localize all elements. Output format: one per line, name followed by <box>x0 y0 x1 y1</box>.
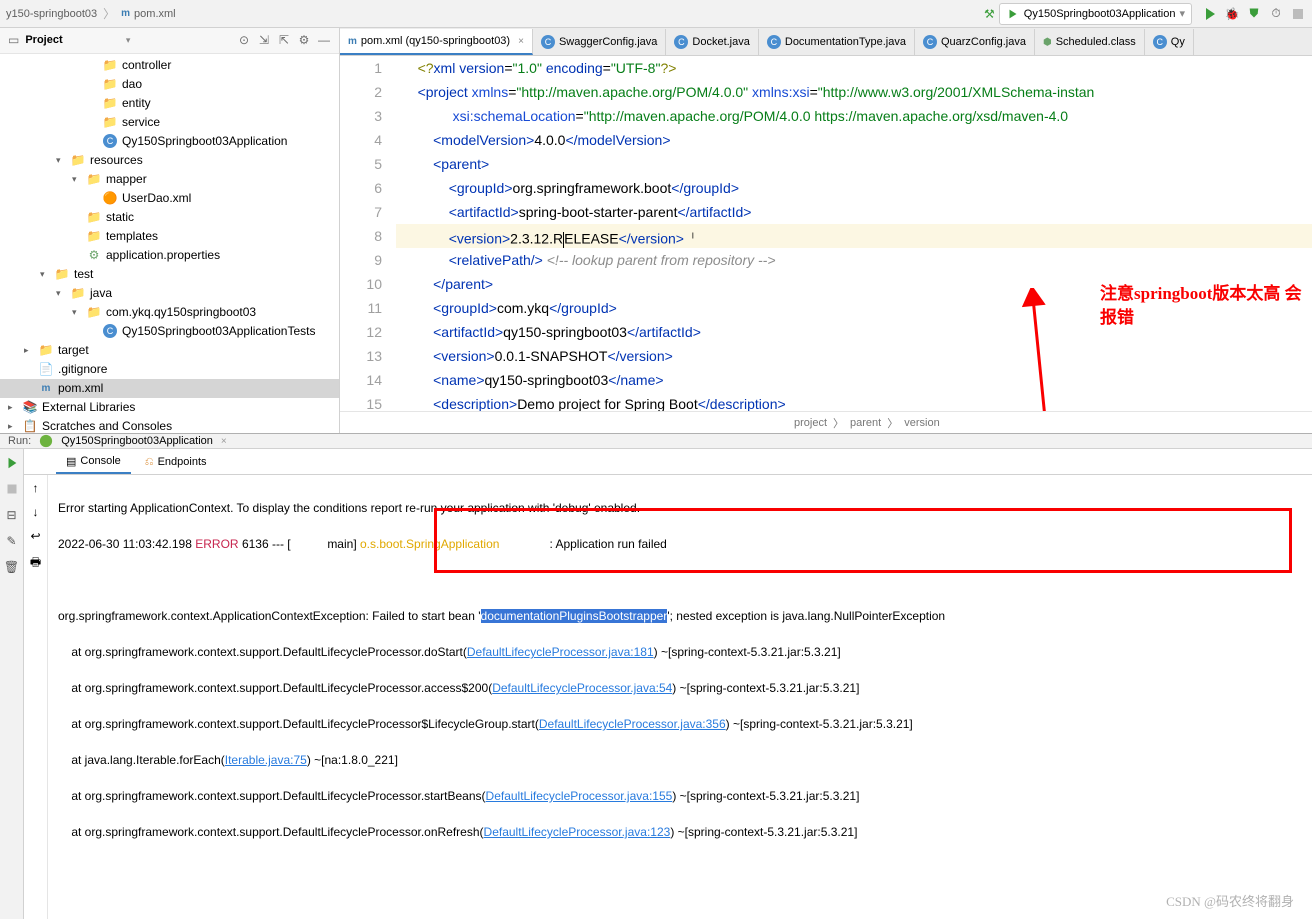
tree-item[interactable]: 📄.gitignore <box>0 360 339 379</box>
tree-item[interactable]: ▾📁java <box>0 284 339 303</box>
line-number: 7 <box>340 200 382 224</box>
tree-item[interactable]: 📁entity <box>0 94 339 113</box>
line-number: 10 <box>340 272 382 296</box>
coverage-icon[interactable]: ⛊ <box>1246 6 1262 22</box>
console-output[interactable]: Error starting ApplicationContext. To di… <box>48 475 1312 919</box>
line-number: 12 <box>340 320 382 344</box>
editor-panel: mpom.xml (qy150-springboot03)×CSwaggerCo… <box>340 28 1312 433</box>
tree-item[interactable]: 📁service <box>0 113 339 132</box>
trash-icon[interactable]: 🗑 <box>4 559 20 575</box>
editor-tabs: mpom.xml (qy150-springboot03)×CSwaggerCo… <box>340 28 1312 56</box>
line-number: 6 <box>340 176 382 200</box>
line-number: 8 <box>340 224 382 248</box>
breadcrumb-parent[interactable]: y150-springboot03 <box>6 8 97 20</box>
console-tab[interactable]: ▤ Console <box>56 450 131 474</box>
tree-item[interactable]: 📁controller <box>0 56 339 75</box>
tree-item[interactable]: ▸📋Scratches and Consoles <box>0 417 339 433</box>
line-number: 13 <box>340 344 382 368</box>
line-number: 3 <box>340 104 382 128</box>
tree-item[interactable]: ⚙application.properties <box>0 246 339 265</box>
run-tool-window: Run: Qy150Springboot03Application × ⊟ ✎ … <box>0 433 1312 683</box>
rerun-icon[interactable] <box>4 455 20 471</box>
tree-item[interactable]: mpom.xml <box>0 379 339 398</box>
maven-icon: m <box>121 8 130 19</box>
chevron-down-icon[interactable]: ▾ <box>126 35 131 46</box>
tree-item[interactable]: 📁dao <box>0 75 339 94</box>
stop-icon[interactable] <box>1290 6 1306 22</box>
run-config-name: Qy150Springboot03Application <box>1024 8 1176 20</box>
hide-icon[interactable]: — <box>317 33 331 47</box>
down-icon[interactable]: ↓ <box>33 505 39 519</box>
line-number: 15 <box>340 392 382 411</box>
chevron-down-icon: ▾ <box>1179 7 1185 20</box>
project-tool-window: ▭ Project ▾ ⊙ ⇲ ⇱ ⚙ — 📁controller📁dao📁en… <box>0 28 340 433</box>
line-number: 1 <box>340 56 382 80</box>
tree-item[interactable]: ▾📁com.ykq.qy150springboot03 <box>0 303 339 322</box>
line-number: 5 <box>340 152 382 176</box>
tree-item[interactable]: ▾📁mapper <box>0 170 339 189</box>
tree-item[interactable]: ▾📁test <box>0 265 339 284</box>
tree-item[interactable]: 🟠UserDao.xml <box>0 189 339 208</box>
run-icon[interactable] <box>1202 6 1218 22</box>
watermark: CSDN @码农终将翻身 <box>1166 893 1294 911</box>
line-number: 11 <box>340 296 382 320</box>
code-lines[interactable]: <?xml version="1.0" encoding="UTF-8"?> <… <box>396 56 1312 411</box>
line-number: 4 <box>340 128 382 152</box>
editor-tab[interactable]: CDocket.java <box>666 29 758 55</box>
debug-icon[interactable]: 🐞 <box>1224 6 1240 22</box>
tree-item[interactable]: CQy150Springboot03ApplicationTests <box>0 322 339 341</box>
endpoints-tab[interactable]: ⎌ Endpoints <box>135 450 217 474</box>
up-icon[interactable]: ↑ <box>33 481 39 495</box>
tree-item[interactable]: CQy150Springboot03Application <box>0 132 339 151</box>
editor-tab[interactable]: ⬢Scheduled.class <box>1035 29 1145 55</box>
tab-close-icon[interactable]: × <box>221 436 227 447</box>
endpoint-icon: ⎌ <box>145 456 154 469</box>
layout-icon[interactable]: ⊟ <box>4 507 20 523</box>
close-icon[interactable]: × <box>518 36 524 47</box>
build-icon[interactable]: ⚒ <box>984 7 995 21</box>
profile-icon[interactable]: ⏱ <box>1268 6 1284 22</box>
gear-icon[interactable]: ⚙ <box>297 33 311 47</box>
tree-item[interactable]: ▸📚External Libraries <box>0 398 339 417</box>
project-tree[interactable]: 📁controller📁dao📁entity📁serviceCQy150Spri… <box>0 54 339 433</box>
editor-tab[interactable]: CQy <box>1145 29 1194 55</box>
editor-tab[interactable]: CDocumentationType.java <box>759 29 915 55</box>
pin-icon[interactable]: ✎ <box>4 533 20 549</box>
breadcrumb-sep: 〉 <box>103 5 115 22</box>
line-number: 14 <box>340 368 382 392</box>
tree-item[interactable]: 📁static <box>0 208 339 227</box>
code-editor[interactable]: 123456789101112131415 <?xml version="1.0… <box>340 56 1312 411</box>
tree-item[interactable]: ▸📁target <box>0 341 339 360</box>
run-label: Run: <box>8 435 31 447</box>
breadcrumb-file[interactable]: pom.xml <box>134 8 176 20</box>
expand-icon[interactable]: ⇲ <box>257 33 271 47</box>
run-sidebar-inner: ↑ ↓ ↩ 🖶 <box>24 475 48 919</box>
tree-item[interactable]: ▾📁resources <box>0 151 339 170</box>
wrap-icon[interactable]: ↩ <box>30 529 40 543</box>
line-number: 9 <box>340 248 382 272</box>
editor-tab[interactable]: CQuarzConfig.java <box>915 29 1035 55</box>
console-icon: ▤ <box>66 455 76 468</box>
editor-tab[interactable]: CSwaggerConfig.java <box>533 29 666 55</box>
editor-tab[interactable]: mpom.xml (qy150-springboot03)× <box>340 29 533 55</box>
collapse-icon[interactable]: ⇱ <box>277 33 291 47</box>
stop-icon[interactable] <box>4 481 20 497</box>
line-gutter: 123456789101112131415 <box>340 56 396 411</box>
tree-item[interactable]: 📁templates <box>0 227 339 246</box>
project-tab-icon: ▭ <box>8 33 19 47</box>
code-breadcrumb[interactable]: project〉 parent〉 version <box>340 411 1312 433</box>
print-icon[interactable]: 🖶 <box>30 553 41 574</box>
select-file-icon[interactable]: ⊙ <box>237 33 251 47</box>
run-config-name[interactable]: Qy150Springboot03Application <box>61 435 213 447</box>
top-toolbar: y150-springboot03 〉 m pom.xml ⚒ Qy150Spr… <box>0 0 1312 28</box>
project-title[interactable]: Project <box>25 34 120 46</box>
line-number: 2 <box>340 80 382 104</box>
run-config-selector[interactable]: Qy150Springboot03Application ▾ <box>999 3 1192 25</box>
run-sidebar-outer: ⊟ ✎ 🗑 <box>0 449 24 919</box>
spring-icon <box>39 434 53 448</box>
